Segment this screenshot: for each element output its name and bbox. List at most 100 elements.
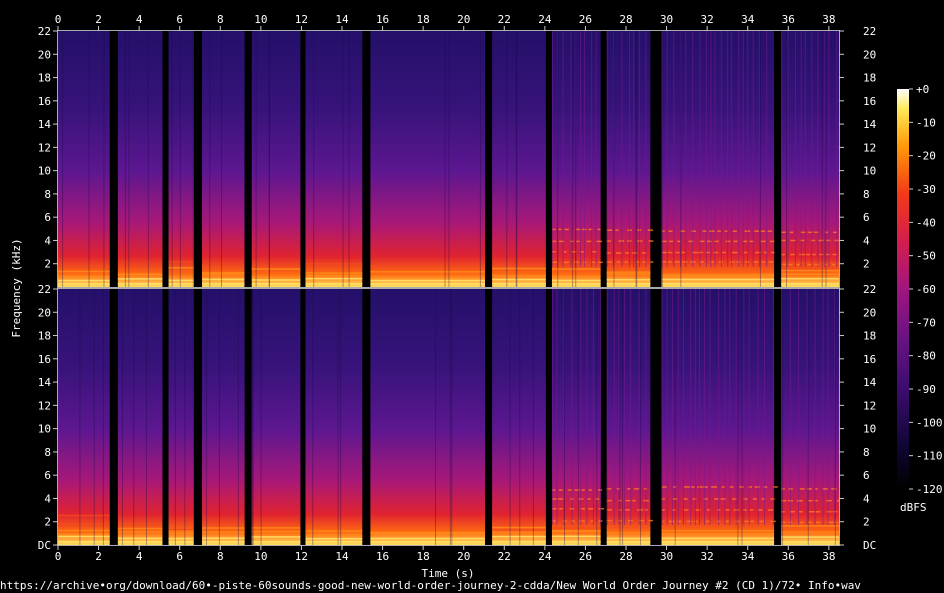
harmonic-band xyxy=(551,275,601,278)
harmonic-band xyxy=(683,509,689,511)
transient-line xyxy=(606,31,608,267)
x-tick-label: 32 xyxy=(701,550,714,563)
harmonic-band xyxy=(732,230,737,232)
harmonic-band xyxy=(370,541,486,543)
harmonic-band xyxy=(551,535,601,538)
texture-streak xyxy=(577,289,579,545)
harmonic-band xyxy=(574,489,580,491)
audio-segment xyxy=(781,31,839,287)
texture-streak xyxy=(572,31,574,287)
y-tick-label: 14 xyxy=(863,118,877,131)
harmonic-band xyxy=(673,486,677,488)
harmonic-band xyxy=(492,526,546,529)
transient-line xyxy=(630,289,632,525)
harmonic-band xyxy=(58,533,110,536)
colorbar-tick-label: -110 xyxy=(916,450,943,463)
y-tick-label: 2 xyxy=(44,516,51,529)
harmonic-band xyxy=(668,251,673,254)
harmonic-band xyxy=(754,230,759,232)
harmonic-band xyxy=(781,277,839,280)
harmonic-band xyxy=(58,265,110,268)
y-tick-label: 4 xyxy=(44,492,51,505)
texture-streak xyxy=(221,31,223,287)
harmonic-band xyxy=(606,537,651,540)
harmonic-band xyxy=(117,266,163,268)
transient-line xyxy=(638,289,640,525)
harmonic-band xyxy=(750,520,755,523)
harmonic-band xyxy=(661,537,775,540)
colorbar-ticks: +0 -10 -20 -30 -40 -50 -60 -70 -80 -90 -100 -110 -12… xyxy=(909,83,943,496)
y-tick-label: 10 xyxy=(863,423,876,436)
harmonic-band xyxy=(251,527,301,529)
harmonic-band xyxy=(686,520,693,523)
y-tick-label: 16 xyxy=(863,95,876,108)
x-tick-label: 22 xyxy=(498,550,511,563)
transient-line xyxy=(613,289,615,525)
y-tick-label: 14 xyxy=(863,376,877,389)
channel-2-spectrogram xyxy=(58,289,839,545)
harmonic-band xyxy=(781,531,839,533)
harmonic-band xyxy=(117,273,163,276)
colorbar-tick-label: -30 xyxy=(916,183,936,196)
y-tick-label: 20 xyxy=(38,306,51,319)
x-tick-label: 10 xyxy=(254,13,267,26)
harmonic-band xyxy=(58,525,110,527)
harmonic-band xyxy=(202,283,245,285)
y-tick-label: 10 xyxy=(38,423,51,436)
harmonic-band xyxy=(370,537,486,540)
harmonic-band xyxy=(558,489,563,491)
harmonic-band xyxy=(722,251,726,254)
texture-streak xyxy=(619,289,621,545)
harmonic-band xyxy=(683,498,688,500)
harmonic-band xyxy=(812,253,816,256)
harmonic-band xyxy=(718,261,723,263)
harmonic-band xyxy=(492,541,546,543)
harmonic-band xyxy=(675,251,680,254)
transient-line xyxy=(828,31,830,267)
y-tick-label: 22 xyxy=(863,25,876,38)
harmonic-band xyxy=(789,231,794,234)
audio-segment xyxy=(251,31,301,287)
harmonic-band xyxy=(606,531,651,534)
x-tick-label: 12 xyxy=(295,550,308,563)
y-tick-label: 6 xyxy=(863,469,870,482)
texture-streak xyxy=(444,31,446,287)
texture-streak xyxy=(218,289,220,545)
harmonic-band xyxy=(781,267,839,270)
harmonic-band xyxy=(202,271,245,274)
y-tick-label: 4 xyxy=(44,234,51,247)
texture-streak xyxy=(88,31,90,287)
harmonic-band xyxy=(596,240,603,243)
harmonic-band xyxy=(492,524,546,526)
harmonic-band xyxy=(754,486,760,488)
x-tick-label: 10 xyxy=(254,550,267,563)
spectrogram-figure: 2 24 46 68 810 1012 1214 1416 1618 1820 2022 22DC DC… xyxy=(10,13,943,580)
harmonic-band xyxy=(251,530,301,533)
harmonic-band xyxy=(677,240,681,243)
transient-line xyxy=(698,289,700,525)
texture-streak xyxy=(596,289,598,545)
transient-line xyxy=(661,289,663,525)
transient-line xyxy=(592,289,594,525)
transient-line xyxy=(727,31,729,267)
harmonic-band xyxy=(770,498,775,500)
harmonic-band xyxy=(668,520,675,523)
transient-line xyxy=(562,31,564,267)
x-tick-label: 14 xyxy=(335,13,349,26)
harmonic-band xyxy=(551,283,601,285)
x-tick-label: 22 xyxy=(498,13,511,26)
y-tick-label: 10 xyxy=(38,165,51,178)
audio-segment xyxy=(305,289,363,545)
texture-streak xyxy=(348,31,350,287)
transient-line xyxy=(600,289,602,525)
y-tick-label: DC xyxy=(38,539,51,552)
colorbar-tick-label: -100 xyxy=(916,416,943,429)
harmonic-band xyxy=(730,261,735,263)
harmonic-band xyxy=(616,261,621,263)
transient-line xyxy=(709,289,711,525)
harmonic-band xyxy=(202,273,245,276)
harmonic-band xyxy=(815,511,821,513)
harmonic-band xyxy=(58,279,110,282)
colorbar-tick-label: -90 xyxy=(916,383,936,396)
y-tick-label: 18 xyxy=(38,330,51,343)
